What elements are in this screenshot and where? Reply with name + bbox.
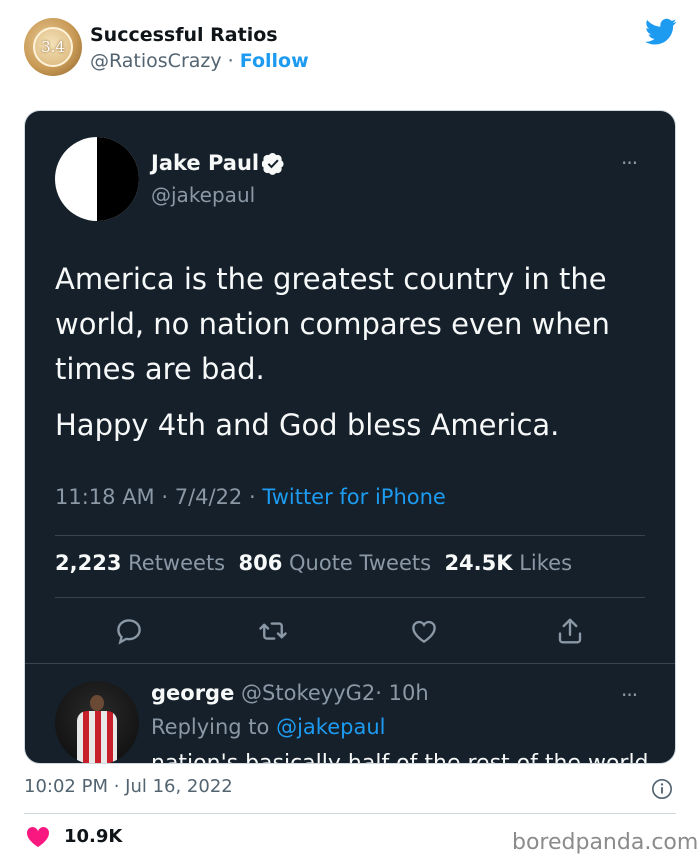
replying-to-handle[interactable]: @jakepaul [276,715,385,739]
info-icon[interactable] [651,778,673,800]
quote-stat[interactable]: 806 Quote Tweets [238,551,431,575]
tweet-meta: 11:18 AM · 7/4/22 · Twitter for iPhone [55,485,446,509]
reply-header: george @StokeyyG2· 10h [151,681,429,705]
tweet-source[interactable]: Twitter for iPhone [262,485,446,509]
retweet-stat[interactable]: 2,223 Retweets [55,551,225,575]
avatar-figure-shirt [77,711,117,763]
embed-likes-count[interactable]: 10.9K [64,826,122,847]
account-handle-row: @RatiosCrazy · Follow [90,50,309,72]
author-handle[interactable]: @jakepaul [151,183,255,207]
twitter-bird-icon[interactable] [645,18,677,46]
follow-button[interactable]: Follow [240,50,309,72]
account-avatar[interactable]: 3.4 [24,18,82,76]
divider [55,535,645,536]
author-name[interactable]: Jake Paul [151,151,259,175]
reply-text-cut-off: nation's basically half of the rest of t… [151,751,649,764]
divider [24,813,676,814]
share-icon[interactable] [555,616,585,646]
reply-author-avatar[interactable] [55,681,139,763]
reply-author-name[interactable]: george [151,681,234,705]
tweet-screenshot-card: Jake Paul @jakepaul ··· America is the g… [24,110,676,764]
verified-badge-icon [262,152,284,175]
tweet-text-paragraph: America is the greatest country in the w… [55,262,610,386]
divider [55,597,645,598]
likes-stat[interactable]: 24.5K Likes [444,551,572,575]
reply-author-handle[interactable]: @StokeyyG2 [241,681,375,705]
reply-icon[interactable] [114,616,144,646]
tweet-text-paragraph: Happy 4th and God bless America. [55,408,560,442]
replying-to: Replying to @jakepaul [151,715,386,739]
avatar-black-half [97,137,139,221]
heart-icon[interactable] [26,826,50,848]
author-avatar[interactable] [55,137,139,221]
account-handle[interactable]: @RatiosCrazy [90,50,222,72]
watermark: boredpanda.com [512,830,699,855]
avatar-logo-text: 3.4 [33,27,73,67]
avatar-figure-head [90,695,104,711]
like-heart-icon[interactable] [409,616,439,646]
tweet-stats: 2,223 Retweets 806 Quote Tweets 24.5K Li… [55,551,572,575]
account-name[interactable]: Successful Ratios [90,24,278,46]
more-options-icon[interactable]: ··· [621,683,638,707]
tweet-time[interactable]: 11:18 AM · 7/4/22 · [55,485,256,509]
retweet-icon[interactable] [258,616,288,646]
embed-timestamp[interactable]: 10:02 PM · Jul 16, 2022 [24,776,233,797]
divider [25,663,675,664]
reply-age: · 10h [375,681,429,705]
more-options-icon[interactable]: ··· [621,151,638,175]
separator-dot: · [227,50,234,72]
